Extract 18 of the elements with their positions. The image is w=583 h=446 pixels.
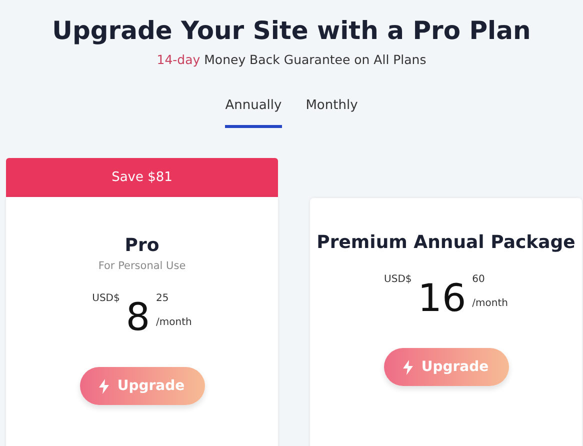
guarantee-text: 14-day Money Back Guarantee on All Plans — [156, 51, 426, 69]
price-cents: 60 — [472, 273, 485, 288]
billing-tab[interactable]: Annually — [225, 96, 282, 128]
lightning-icon — [403, 360, 414, 375]
plan-subtitle: For Personal Use — [98, 259, 186, 274]
currency-label: USD$ — [384, 273, 412, 288]
billing-period: /month — [156, 316, 192, 330]
price-amount: 16 — [418, 278, 466, 318]
page-title: Upgrade Your Site with a Pro Plan — [52, 15, 531, 47]
price-amount: 8 — [126, 297, 150, 337]
plan-name: Pro — [124, 234, 160, 258]
savings-banner: Save $81 — [6, 158, 278, 198]
billing-period: /month — [472, 297, 508, 312]
lightning-icon — [99, 378, 110, 394]
billing-tab[interactable]: Monthly — [306, 96, 358, 128]
currency-label: USD$ — [92, 292, 120, 306]
plan-name: Premium Annual Package — [316, 231, 576, 256]
price-cents: 25 — [156, 292, 169, 306]
